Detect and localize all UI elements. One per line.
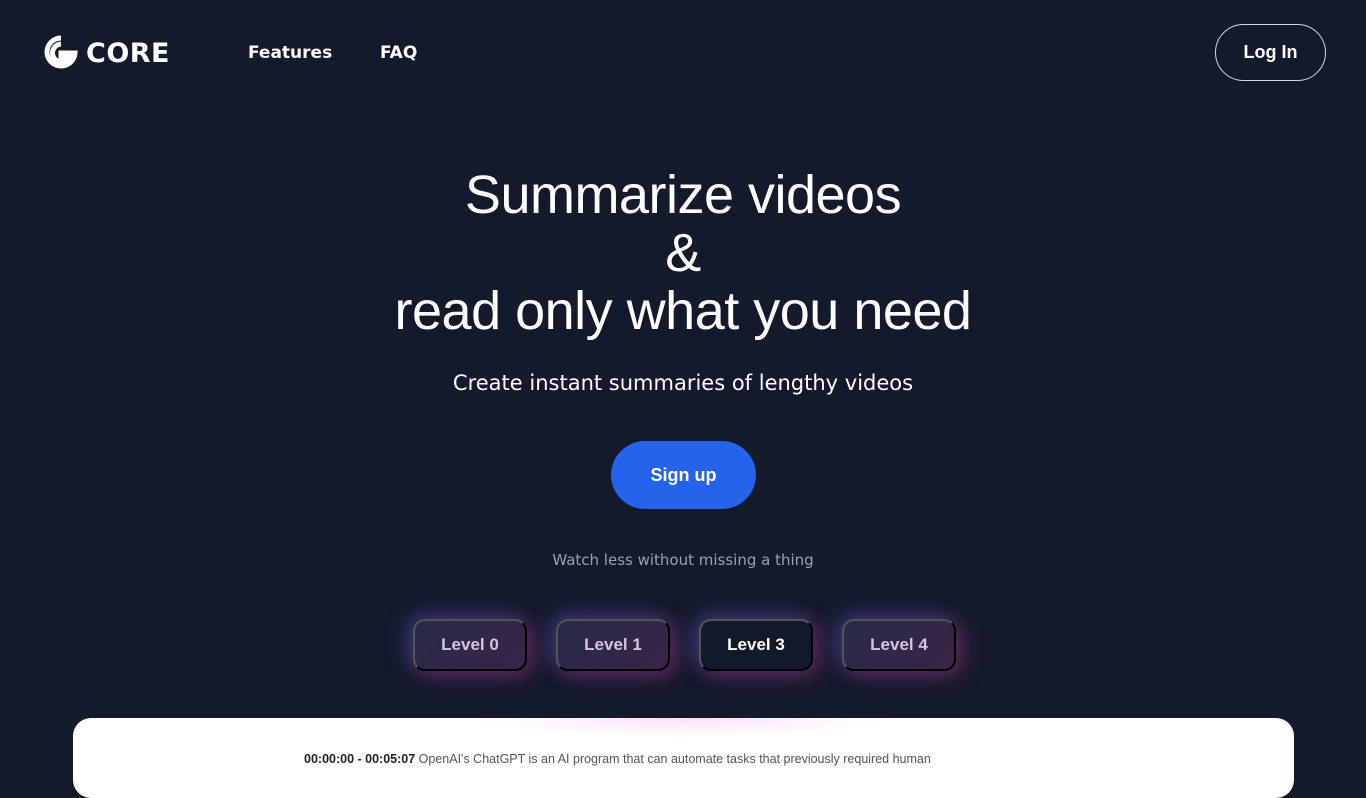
level-3-button[interactable]: Level 3 xyxy=(699,619,813,671)
summary-entry: 00:00:00 - 00:05:07 OpenAI's ChatGPT is … xyxy=(304,752,931,766)
top-nav: CORE Features FAQ Log In xyxy=(0,0,1366,108)
summary-preview-card: 00:00:00 - 00:05:07 OpenAI's ChatGPT is … xyxy=(73,718,1294,798)
signup-button[interactable]: Sign up xyxy=(611,441,756,509)
level-selector: Level 0 Level 1 Level 3 Level 4 xyxy=(413,619,956,671)
hero-title-line-1: Summarize videos xyxy=(464,165,902,225)
level-1-button[interactable]: Level 1 xyxy=(556,619,670,671)
summary-text: OpenAI's ChatGPT is an AI program that c… xyxy=(418,752,931,766)
hero-title-line-2: & xyxy=(665,223,701,283)
level-4-button[interactable]: Level 4 xyxy=(842,619,956,671)
summary-timestamp: 00:00:00 - 00:05:07 xyxy=(304,752,416,766)
hero-title-line-3: read only what you need xyxy=(394,281,972,341)
tagline: Watch less without missing a thing xyxy=(552,551,814,569)
logo[interactable]: CORE xyxy=(44,34,170,72)
hero-title: Summarize videos & read only what you ne… xyxy=(0,166,1366,340)
logo-icon xyxy=(44,35,78,69)
hero-subtitle: Create instant summaries of lengthy vide… xyxy=(452,371,914,395)
logo-text: CORE xyxy=(86,37,171,69)
level-0-button[interactable]: Level 0 xyxy=(413,619,527,671)
nav-link-features[interactable]: Features xyxy=(248,43,332,63)
nav-link-faq[interactable]: FAQ xyxy=(380,43,417,63)
login-button[interactable]: Log In xyxy=(1215,24,1326,81)
preview-glow xyxy=(473,718,893,738)
